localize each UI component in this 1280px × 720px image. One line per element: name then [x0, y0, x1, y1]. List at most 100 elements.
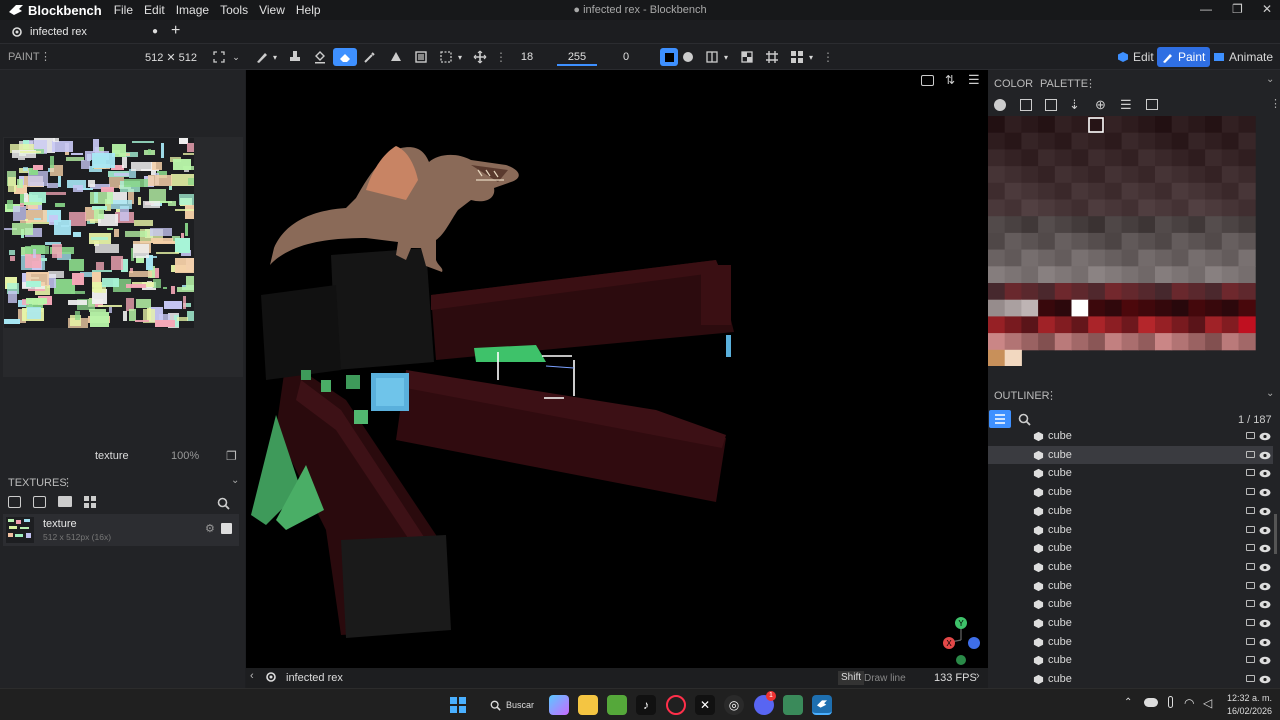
chevron-down-icon[interactable]: ▾ [721, 48, 731, 66]
opacity-input[interactable]: 255 [557, 48, 597, 66]
menu-help[interactable]: Help [296, 3, 321, 17]
collapse-icon[interactable]: ⌄ [1266, 388, 1274, 399]
search-icon[interactable] [217, 497, 230, 510]
visibility-eye-icon[interactable] [1259, 469, 1271, 478]
visibility-eye-icon[interactable] [1259, 638, 1271, 647]
visibility-eye-icon[interactable] [1259, 507, 1271, 516]
tab-color[interactable]: COLOR [994, 78, 1033, 90]
outliner-row[interactable]: cube [988, 483, 1273, 501]
outliner-row[interactable]: cube [988, 614, 1273, 632]
microphone-icon[interactable] [1168, 696, 1173, 708]
grid-icon[interactable] [764, 48, 780, 66]
edit-mode-button[interactable]: Edit [1112, 47, 1159, 67]
outliner-row[interactable]: cube [988, 651, 1273, 669]
stamp-icon[interactable] [287, 48, 303, 66]
tray-chevron-icon[interactable]: ⌃ [1124, 697, 1132, 708]
close-icon[interactable]: ✕ [1262, 2, 1272, 16]
lock-icon[interactable] [1246, 637, 1255, 645]
palette-sort-icon[interactable]: ⇣ [1069, 97, 1080, 113]
copy-icon[interactable]: ❐ [226, 449, 237, 463]
visibility-eye-icon[interactable] [1259, 432, 1271, 441]
chevron-down-icon[interactable]: ▾ [806, 48, 816, 66]
paint-mode-button[interactable]: Paint [1157, 47, 1211, 67]
opera-icon[interactable] [666, 695, 686, 715]
minimize-icon[interactable]: — [1200, 2, 1212, 16]
create-texture-icon[interactable] [33, 496, 46, 508]
palette-add-icon[interactable]: ⊕ [1095, 97, 1106, 113]
copilot-icon[interactable] [549, 695, 569, 715]
lock-icon[interactable] [1246, 469, 1255, 477]
viewport-menu-icon[interactable]: ☰ [968, 72, 980, 88]
outliner-row[interactable]: cube [988, 539, 1273, 557]
lock-icon[interactable] [1246, 619, 1255, 626]
visibility-eye-icon[interactable] [1259, 544, 1271, 553]
capcut-icon[interactable]: ✕ [695, 695, 715, 715]
file-explorer-icon[interactable] [578, 695, 598, 715]
chevron-down-icon[interactable]: ▾ [456, 48, 464, 66]
brush-size-input[interactable]: 18 [507, 48, 547, 66]
visibility-eye-icon[interactable] [1259, 600, 1271, 609]
lock-alpha-icon[interactable] [739, 48, 755, 66]
lock-icon[interactable] [1246, 581, 1255, 589]
square-brush-icon[interactable] [660, 48, 678, 66]
palette-generate-icon[interactable] [1045, 99, 1057, 111]
outliner-row[interactable]: cube [988, 464, 1273, 482]
outliner-row[interactable]: cube [988, 633, 1273, 651]
clock-time[interactable]: 12:32 a. m. [1226, 693, 1272, 703]
volume-icon[interactable]: ◁ [1203, 696, 1212, 710]
lock-icon[interactable] [1246, 656, 1255, 664]
visibility-eye-icon[interactable] [1259, 526, 1271, 535]
save-texture-icon[interactable] [221, 523, 232, 534]
brush-icon[interactable] [252, 48, 272, 66]
outliner-scrollbar[interactable] [1274, 514, 1277, 554]
menu-view[interactable]: View [259, 3, 285, 17]
outliner-row[interactable]: cube [988, 577, 1273, 595]
sort-icon[interactable]: ⇅ [945, 73, 955, 87]
taskbar-search[interactable]: Buscar [480, 694, 540, 716]
new-tab-button[interactable]: + [171, 22, 180, 40]
menu-image[interactable]: Image [176, 3, 209, 17]
visibility-eye-icon[interactable] [1259, 582, 1271, 591]
outliner-toggle-button[interactable] [989, 410, 1011, 428]
wifi-icon[interactable]: ◠ [1184, 696, 1194, 710]
textures-menu-icon[interactable]: ⋮ [62, 476, 73, 489]
outliner-row[interactable]: cube [988, 558, 1273, 576]
onedrive-icon[interactable] [1144, 698, 1158, 707]
import-texture-icon[interactable] [8, 496, 21, 508]
fullscreen-icon[interactable] [212, 48, 226, 66]
palette-list-icon[interactable]: ☰ [1120, 97, 1132, 113]
group-textures-icon[interactable] [84, 496, 96, 508]
lock-icon[interactable] [1246, 450, 1255, 458]
toolbar-menu-icon[interactable]: ⋮ [495, 50, 507, 64]
chevron-right-icon[interactable]: › [976, 670, 980, 682]
lock-icon[interactable] [1246, 675, 1255, 683]
outliner-row[interactable]: cube [988, 595, 1273, 613]
collapse-icon[interactable]: ⌄ [231, 475, 239, 486]
outliner-row[interactable]: cube [988, 521, 1273, 539]
lock-icon[interactable] [1246, 506, 1255, 514]
layout-icon[interactable] [789, 48, 805, 66]
chevron-down-icon[interactable]: ⌄ [231, 48, 241, 66]
blockbench-taskbar-icon[interactable] [812, 695, 832, 715]
outliner-row[interactable]: cube [988, 670, 1273, 688]
3d-viewport[interactable]: ⇅ ☰ Y X [246, 70, 988, 668]
palette-compare-icon[interactable] [1146, 99, 1158, 110]
start-button[interactable] [450, 697, 466, 713]
clock-date[interactable]: 16/02/2026 [1220, 706, 1272, 716]
lock-icon[interactable] [1246, 562, 1255, 570]
visibility-eye-icon[interactable] [1259, 563, 1271, 572]
color-menu-icon[interactable]: ⋮ [1085, 77, 1096, 90]
collapse-icon[interactable]: ⌄ [1266, 74, 1274, 85]
screenshot-icon[interactable] [921, 75, 934, 86]
discord-icon[interactable]: 1 [754, 691, 776, 715]
animate-mode-button[interactable]: Animate [1208, 47, 1278, 67]
palette-grid-icon[interactable] [1020, 99, 1032, 111]
mirror-icon[interactable] [704, 48, 720, 66]
texture-list-item[interactable]: texture 512 x 512px (16x) ⚙ [3, 514, 239, 546]
tiktok-icon[interactable]: ♪ [636, 695, 656, 715]
mode-menu-icon[interactable]: ⋮ [40, 50, 51, 63]
visibility-eye-icon[interactable] [1259, 488, 1271, 497]
shape-tool-icon[interactable] [388, 48, 404, 66]
minecraft-icon[interactable] [607, 695, 627, 715]
palette-load-icon[interactable] [994, 99, 1006, 111]
